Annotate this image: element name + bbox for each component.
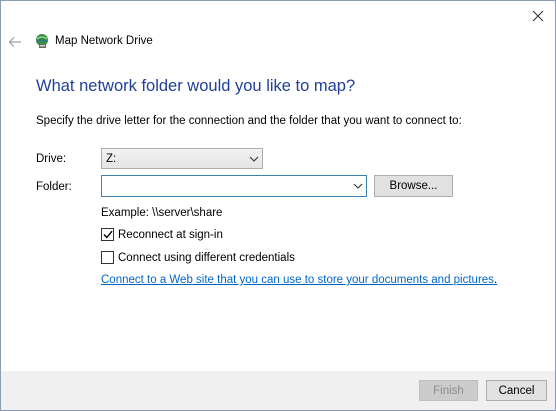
close-icon (532, 10, 544, 22)
credentials-label: Connect using different credentials (118, 251, 295, 264)
checkmark-icon (102, 230, 113, 239)
drive-letter-value: Z: (106, 152, 117, 165)
folder-input[interactable] (102, 177, 350, 195)
link-period: . (493, 274, 498, 286)
web-storage-link[interactable]: Connect to a Web site that you can use t… (101, 274, 497, 286)
wizard-header: Map Network Drive (1, 29, 555, 57)
back-arrow-icon (8, 37, 21, 47)
credentials-option[interactable]: Connect using different credentials (101, 251, 295, 264)
reconnect-checkbox[interactable] (101, 228, 114, 241)
drive-letter-select[interactable]: Z: (101, 148, 263, 169)
example-text: Example: \\server\share (101, 207, 223, 219)
dialog-footer: Finish Cancel (1, 371, 555, 410)
finish-button[interactable]: Finish (419, 380, 478, 401)
close-button[interactable] (521, 1, 555, 31)
drive-label: Drive: (36, 153, 67, 165)
reconnect-option[interactable]: Reconnect at sign-in (101, 228, 223, 241)
map-network-drive-window: Map Network Drive What network folder wo… (0, 0, 556, 411)
instruction-text: Specify the drive letter for the connect… (36, 115, 462, 127)
chevron-down-icon (246, 149, 262, 168)
browse-button[interactable]: Browse... (374, 175, 453, 197)
chevron-down-icon[interactable] (350, 176, 366, 196)
network-drive-icon (36, 34, 48, 48)
web-storage-link-text[interactable]: Connect to a Web site that you can use t… (101, 274, 494, 286)
back-button[interactable] (7, 34, 23, 50)
credentials-checkbox[interactable] (101, 251, 114, 264)
folder-label: Folder: (36, 181, 72, 193)
cancel-button[interactable]: Cancel (486, 380, 547, 401)
page-heading: What network folder would you like to ma… (36, 77, 356, 95)
folder-combobox[interactable] (101, 175, 367, 197)
reconnect-label: Reconnect at sign-in (118, 228, 223, 241)
window-title: Map Network Drive (55, 35, 153, 47)
